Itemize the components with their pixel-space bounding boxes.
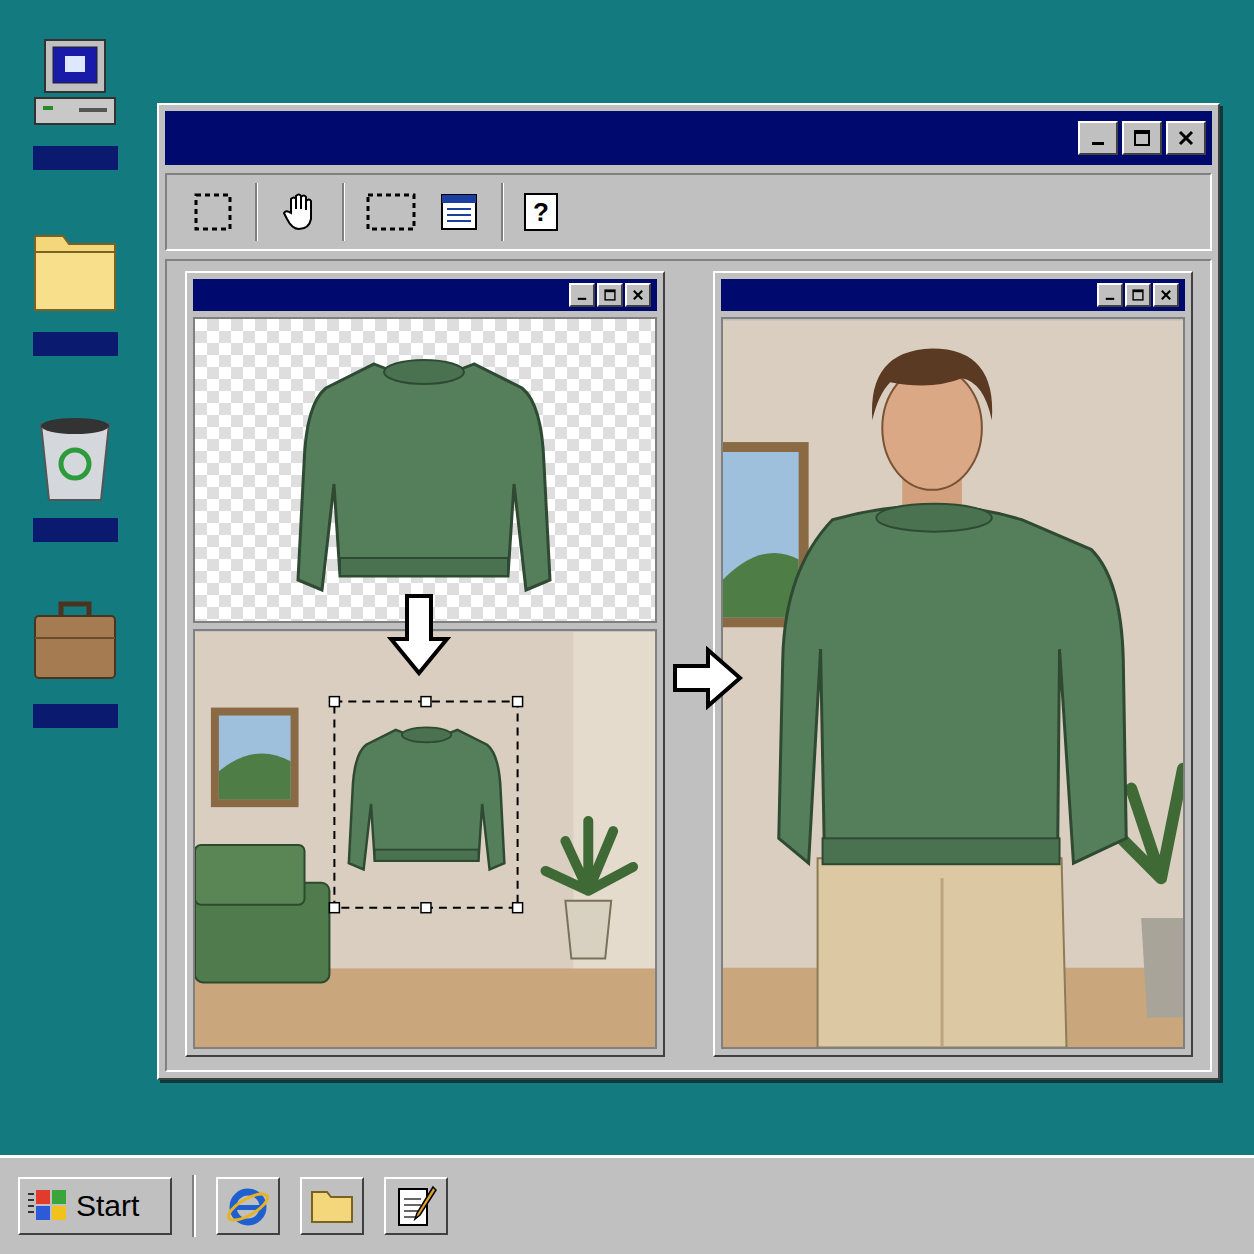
minimize-icon [575, 288, 589, 302]
start-button[interactable]: Start [18, 1177, 172, 1235]
hand-icon [279, 191, 321, 233]
editor-window[interactable]: ? [157, 103, 1220, 1080]
toolbar-separator [501, 183, 504, 241]
maximize-icon [1131, 288, 1145, 302]
browser-quick-launch[interactable] [216, 1177, 280, 1235]
subwindow-title-bar[interactable] [721, 279, 1185, 311]
minimize-icon [1088, 128, 1108, 148]
desktop: ? Start [0, 0, 1254, 1254]
source-subwindow[interactable] [185, 271, 665, 1057]
folder-quick-launch[interactable] [300, 1177, 364, 1235]
minimize-button[interactable] [1078, 121, 1118, 155]
title-bar[interactable] [165, 111, 1212, 165]
close-icon [1159, 288, 1173, 302]
windows-logo-icon [26, 1186, 70, 1226]
maximize-button[interactable] [1122, 121, 1162, 155]
close-icon [631, 288, 645, 302]
select-tool-button[interactable] [191, 188, 235, 236]
maximize-button[interactable] [1125, 283, 1151, 307]
icon-label-bar [33, 704, 118, 728]
marquee-icon [193, 192, 233, 232]
maximize-icon [1132, 128, 1152, 148]
person-wearing-sweater-icon [723, 319, 1183, 1049]
help-button[interactable]: ? [524, 193, 558, 231]
subwindow-controls [569, 283, 651, 307]
room-scene-canvas[interactable] [193, 629, 657, 1049]
recycle-bin-icon [31, 408, 119, 508]
try-on-result-canvas[interactable] [721, 317, 1185, 1049]
crop-tool-button[interactable] [365, 188, 417, 236]
computer-desktop-icon[interactable] [30, 36, 120, 170]
selection-icon [365, 192, 417, 232]
folder-desktop-icon[interactable] [30, 222, 120, 356]
minimize-icon [1103, 288, 1117, 302]
briefcase-icon [31, 594, 119, 694]
window-controls [1078, 121, 1206, 155]
result-subwindow[interactable] [713, 271, 1193, 1057]
notepad-quick-launch[interactable] [384, 1177, 448, 1235]
minimize-button[interactable] [569, 283, 595, 307]
icon-label-bar [33, 518, 118, 542]
briefcase-desktop-icon[interactable] [30, 594, 120, 728]
close-button[interactable] [1166, 121, 1206, 155]
taskbar-separator [192, 1175, 196, 1237]
workspace [165, 259, 1212, 1072]
down-arrow-icon [387, 593, 451, 677]
room-scene-icon [195, 631, 655, 1049]
folder-icon [309, 1186, 355, 1226]
close-button[interactable] [1153, 283, 1179, 307]
sweater-icon [294, 344, 556, 596]
right-arrow-icon [672, 646, 744, 710]
close-button[interactable] [625, 283, 651, 307]
help-glyph: ? [533, 199, 549, 225]
toolbar-separator [342, 183, 345, 241]
icon-label-bar [33, 146, 118, 170]
document-icon [438, 191, 480, 233]
maximize-button[interactable] [597, 283, 623, 307]
start-label: Start [76, 1189, 139, 1223]
internet-explorer-icon [225, 1183, 271, 1229]
recycle-bin-desktop-icon[interactable] [30, 408, 120, 542]
maximize-icon [603, 288, 617, 302]
subwindow-controls [1097, 283, 1179, 307]
close-icon [1176, 128, 1196, 148]
hand-tool-button[interactable] [278, 188, 322, 236]
minimize-button[interactable] [1097, 283, 1123, 307]
folder-icon [31, 222, 119, 322]
desktop-area: ? [0, 0, 1254, 1155]
taskbar: Start [0, 1155, 1254, 1254]
properties-tool-button[interactable] [437, 188, 481, 236]
toolbar: ? [165, 173, 1212, 251]
garment-cutout-canvas[interactable] [193, 317, 657, 623]
computer-icon [31, 36, 119, 136]
desktop-icons [0, 0, 120, 728]
subwindow-title-bar[interactable] [193, 279, 657, 311]
toolbar-separator [255, 183, 258, 241]
notepad-icon [393, 1183, 439, 1229]
icon-label-bar [33, 332, 118, 356]
